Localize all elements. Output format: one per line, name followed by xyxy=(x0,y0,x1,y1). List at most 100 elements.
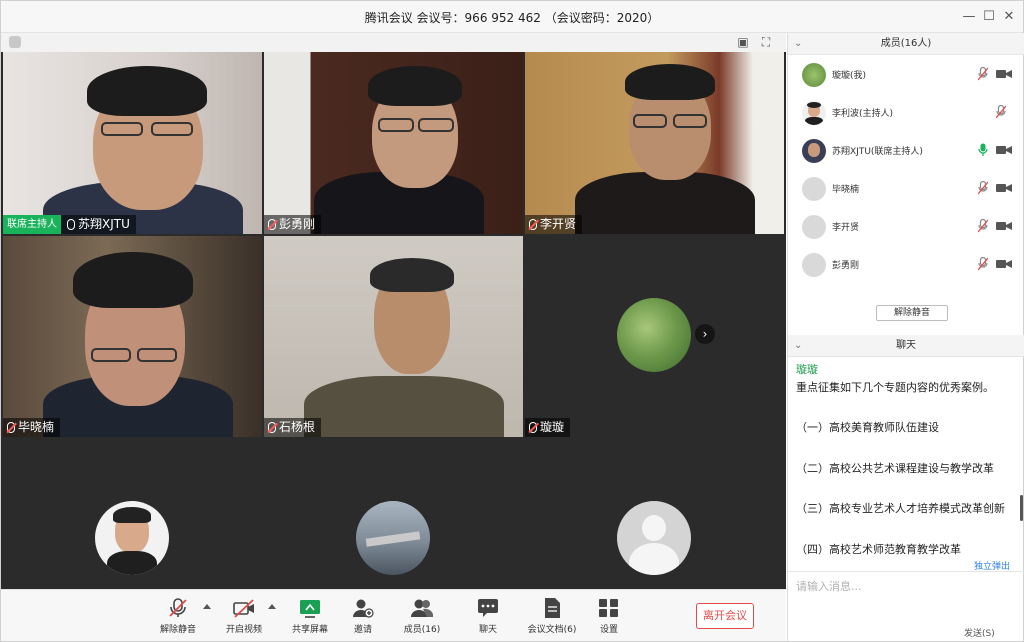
start-video-button[interactable]: 开启视频 xyxy=(216,598,272,638)
mic-muted-icon[interactable] xyxy=(978,257,988,271)
chat-scrollbar[interactable] xyxy=(1020,495,1023,521)
mic-muted-icon xyxy=(7,422,15,433)
docs-button[interactable]: 会议文档(6) xyxy=(524,598,580,638)
video-tile[interactable]: 彭勇刚 xyxy=(264,52,523,234)
members-header-title: 成员(16人) xyxy=(880,38,932,49)
default-avatar-icon xyxy=(802,177,826,201)
member-name: 李开贤 xyxy=(832,223,860,233)
invite-button[interactable]: 邀请 xyxy=(335,598,391,638)
member-row[interactable]: 李利波(主持人) xyxy=(788,95,1024,131)
settings-label: 设置 xyxy=(599,625,618,635)
chat-message-line: （三）高校专业艺术人才培养模式改革创新 xyxy=(796,502,1005,515)
docs-label: 会议文档(6) xyxy=(527,625,577,635)
participant-name: 李开贤 xyxy=(540,217,577,231)
shield-icon[interactable] xyxy=(9,36,21,48)
chat-header-title: 聊天 xyxy=(896,340,916,351)
unmute-all-button[interactable]: 解除静音 xyxy=(876,305,948,321)
start-video-label: 开启视频 xyxy=(225,625,262,635)
sidebar: ⌄ 成员(16人) 璇璇(我) 李利波(主持人) 苏翔XJTU(联席主持人) 毕… xyxy=(787,33,1024,641)
camera-icon[interactable] xyxy=(996,145,1012,155)
members-icon xyxy=(411,599,433,617)
mic-icon[interactable] xyxy=(978,143,988,157)
chat-input-placeholder: 请输入消息... xyxy=(796,580,862,593)
participant-name-bar: 璇璇 xyxy=(525,418,571,437)
mic-muted-icon[interactable] xyxy=(978,67,988,81)
video-tile[interactable] xyxy=(525,439,784,589)
participant-name-bar: 联席主持人 苏翔XJTU xyxy=(3,215,136,234)
chevron-down-icon[interactable]: ⌄ xyxy=(794,335,802,357)
invite-label: 邀请 xyxy=(353,625,372,635)
camera-icon[interactable] xyxy=(996,259,1012,269)
video-top-bar: ▣ ⛶ xyxy=(1,33,786,52)
title-bar: 腾讯会议 会议号：966 952 462 （会议密码：2020） — ☐ ✕ xyxy=(1,1,1023,33)
video-tile[interactable] xyxy=(3,439,262,589)
mic-muted-icon[interactable] xyxy=(978,181,988,195)
layout-icon[interactable]: ▣ xyxy=(736,35,750,49)
camera-icon[interactable] xyxy=(996,183,1012,193)
chevron-down-icon[interactable]: ⌄ xyxy=(794,33,802,55)
video-tile[interactable] xyxy=(264,439,523,589)
participant-name-bar: 石杨根 xyxy=(264,418,322,437)
avatar xyxy=(802,139,826,163)
close-button[interactable]: ✕ xyxy=(999,7,1019,27)
participant-name: 毕晓楠 xyxy=(18,420,55,434)
minimize-button[interactable]: — xyxy=(959,7,979,27)
participant-name-bar: 彭勇刚 xyxy=(264,215,322,234)
cohost-badge: 联席主持人 xyxy=(3,215,61,234)
mic-muted-icon[interactable] xyxy=(978,219,988,233)
video-grid: ▣ ⛶ 联席主持人 苏翔XJTU 彭勇刚 李开贤 毕晓楠 石杨根 › 璇璇 xyxy=(1,33,786,589)
camera-icon[interactable] xyxy=(996,69,1012,79)
mic-muted-icon xyxy=(169,598,187,617)
unmute-button[interactable]: 解除静音 xyxy=(150,598,206,638)
video-tile[interactable]: 联席主持人 苏翔XJTU xyxy=(3,52,262,234)
member-row[interactable]: 彭勇刚 xyxy=(788,247,1024,283)
members-header[interactable]: ⌄ 成员(16人) xyxy=(788,33,1024,55)
audio-options-caret[interactable] xyxy=(203,604,211,609)
avatar xyxy=(802,101,826,125)
chevron-right-icon[interactable]: › xyxy=(695,324,715,344)
meeting-toolbar: 解除静音 开启视频 共享屏幕 邀请 成员(16) 聊天 会议文档(6) 设置 离… xyxy=(1,589,786,641)
unmute-label: 解除静音 xyxy=(159,625,196,635)
member-row[interactable]: 苏翔XJTU(联席主持人) xyxy=(788,133,1024,169)
chat-messages: 璇璇 重点征集如下几个专题内容的优秀案例。 （一）高校美育教师队伍建设 （二）高… xyxy=(788,357,1024,562)
participant-name: 苏翔XJTU xyxy=(78,217,130,231)
default-avatar-icon xyxy=(617,501,691,575)
participant-name: 石杨根 xyxy=(279,420,316,434)
participant-avatar xyxy=(356,501,430,575)
video-tile[interactable]: 李开贤 xyxy=(525,52,784,234)
default-avatar-icon xyxy=(802,215,826,239)
document-icon xyxy=(545,598,560,618)
chat-message-line: （一）高校美育教师队伍建设 xyxy=(796,421,939,434)
video-options-caret[interactable] xyxy=(268,604,276,609)
camera-icon[interactable] xyxy=(996,221,1012,231)
participant-avatar xyxy=(617,298,691,372)
member-name: 李利波(主持人) xyxy=(832,109,894,119)
share-screen-button[interactable]: 共享屏幕 xyxy=(282,598,338,638)
member-row[interactable]: 李开贤 xyxy=(788,209,1024,245)
leave-meeting-button[interactable]: 离开会议 xyxy=(696,603,754,629)
camera-off-icon xyxy=(233,599,254,618)
video-tile[interactable]: 石杨根 xyxy=(264,236,523,437)
window-title: 腾讯会议 会议号：966 952 462 （会议密码：2020） xyxy=(364,11,660,25)
chat-header[interactable]: ⌄ 聊天 xyxy=(788,335,1024,357)
participant-name-bar: 毕晓楠 xyxy=(3,418,61,437)
members-label: 成员(16) xyxy=(403,625,441,635)
video-tile[interactable]: › 璇璇 xyxy=(525,236,784,437)
mic-muted-icon[interactable] xyxy=(996,105,1006,119)
fullscreen-icon[interactable]: ⛶ xyxy=(759,35,773,49)
chat-message-line: 重点征集如下几个专题内容的优秀案例。 xyxy=(796,381,994,394)
video-tile[interactable]: 毕晓楠 xyxy=(3,236,262,437)
settings-button[interactable]: 设置 xyxy=(581,598,637,638)
mic-icon xyxy=(67,219,75,230)
member-row[interactable]: 璇璇(我) xyxy=(788,57,1024,93)
chat-input[interactable]: 请输入消息... 发送(S) xyxy=(788,571,1024,641)
maximize-button[interactable]: ☐ xyxy=(979,7,999,27)
chat-button[interactable]: 聊天 xyxy=(460,598,516,638)
members-button[interactable]: 成员(16) xyxy=(394,598,450,638)
send-button[interactable]: 发送(S) xyxy=(964,626,995,639)
add-user-icon xyxy=(353,599,374,618)
member-name: 苏翔XJTU(联席主持人) xyxy=(832,147,923,157)
default-avatar-icon xyxy=(802,253,826,277)
member-row[interactable]: 毕晓楠 xyxy=(788,171,1024,207)
chat-sender: 璇璇 xyxy=(796,363,818,376)
